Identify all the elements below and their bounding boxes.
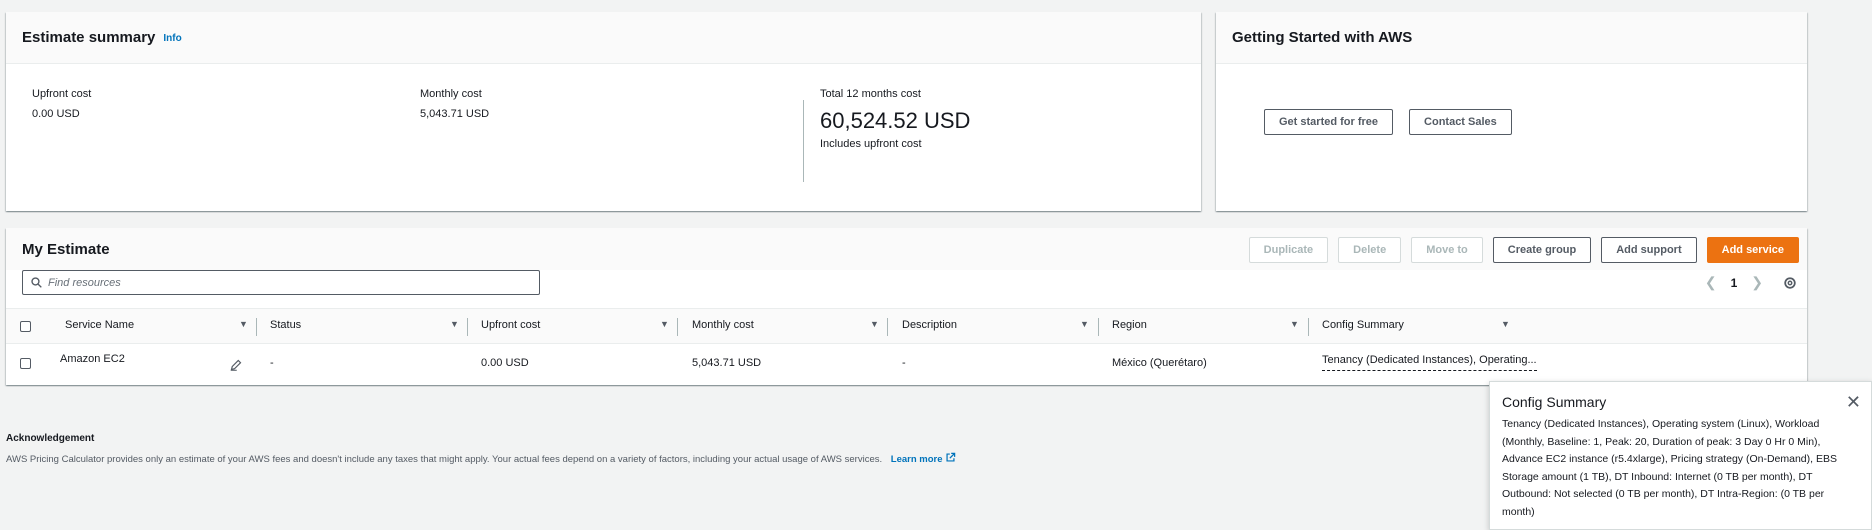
acknowledgement: Acknowledgement AWS Pricing Calculator p… — [6, 433, 1086, 465]
sort-down-icon[interactable]: ▼ — [660, 319, 669, 329]
get-started-free-button[interactable]: Get started for free — [1264, 109, 1394, 135]
total-cost-label: Total 12 months cost — [820, 88, 921, 100]
column-header-description[interactable]: Description — [902, 319, 957, 331]
column-header-region[interactable]: Region — [1112, 319, 1147, 331]
config-summary-popover: Config Summary ✕ Tenancy (Dedicated Inst… — [1489, 381, 1872, 530]
contact-sales-button[interactable]: Contact Sales — [1409, 109, 1512, 135]
column-header-monthly-cost[interactable]: Monthly cost — [692, 319, 754, 331]
close-icon[interactable]: ✕ — [1846, 392, 1861, 413]
column-divider[interactable] — [887, 318, 888, 336]
cell-upfront-cost: 0.00 USD — [481, 357, 529, 369]
sort-down-icon[interactable]: ▼ — [1080, 319, 1089, 329]
column-header-service-name[interactable]: Service Name — [65, 319, 134, 331]
select-all-checkbox[interactable] — [20, 321, 31, 332]
estimate-summary-panel: Estimate summary Info Upfront cost 0.00 … — [6, 12, 1201, 211]
total-cost-subtext: Includes upfront cost — [820, 138, 922, 150]
pagination: ❮ 1 ❯ — [1705, 274, 1797, 291]
add-service-button[interactable]: Add service — [1706, 237, 1799, 263]
learn-more-link[interactable]: Learn more — [891, 454, 943, 465]
column-divider[interactable] — [1098, 318, 1099, 336]
table-row[interactable]: Amazon EC2 - 0.00 USD 5,043.71 USD - Méx… — [6, 344, 1807, 385]
info-link[interactable]: Info — [163, 33, 181, 44]
prev-page-icon[interactable]: ❮ — [1705, 274, 1717, 291]
getting-started-title: Getting Started with AWS — [1232, 29, 1413, 46]
popover-body: Tenancy (Dedicated Instances), Operating… — [1502, 418, 1837, 518]
monthly-cost-label: Monthly cost — [420, 88, 482, 100]
sort-down-icon[interactable]: ▼ — [239, 319, 248, 329]
my-estimate-panel: My Estimate Duplicate Delete Move to Cre… — [6, 228, 1807, 385]
delete-button[interactable]: Delete — [1338, 237, 1402, 263]
duplicate-button[interactable]: Duplicate — [1248, 237, 1329, 263]
search-icon — [31, 277, 42, 288]
gear-icon[interactable] — [1783, 276, 1797, 290]
acknowledgement-text: AWS Pricing Calculator provides only an … — [6, 454, 883, 465]
acknowledgement-title: Acknowledgement — [6, 433, 95, 444]
search-placeholder: Find resources — [48, 276, 121, 289]
popover-title: Config Summary — [1502, 394, 1607, 410]
getting-started-header: Getting Started with AWS — [1216, 12, 1807, 64]
column-divider[interactable] — [256, 318, 257, 336]
move-to-button[interactable]: Move to — [1411, 237, 1483, 263]
current-page[interactable]: 1 — [1731, 276, 1738, 290]
monthly-cost-value: 5,043.71 USD — [420, 108, 490, 120]
column-divider[interactable] — [1308, 318, 1309, 336]
sort-down-icon[interactable]: ▼ — [450, 319, 459, 329]
upfront-cost-metric: Upfront cost 0.00 USD — [32, 88, 91, 120]
external-link-icon[interactable] — [945, 452, 956, 463]
summary-divider — [803, 100, 804, 182]
estimate-toolbar: Duplicate Delete Move to Create group Ad… — [1248, 237, 1799, 263]
create-group-button[interactable]: Create group — [1492, 237, 1592, 263]
cell-monthly-cost: 5,043.71 USD — [692, 357, 762, 369]
cell-status: - — [270, 357, 274, 369]
cell-config-summary[interactable]: Tenancy (Dedicated Instances), Operating… — [1322, 354, 1537, 371]
row-checkbox[interactable] — [20, 358, 31, 369]
column-divider[interactable] — [677, 318, 678, 336]
column-header-upfront-cost[interactable]: Upfront cost — [481, 319, 540, 331]
cell-description: - — [902, 357, 906, 369]
total-cost-metric: Total 12 months cost 60,524.52 USD Inclu… — [820, 88, 970, 150]
pencil-icon[interactable] — [230, 359, 242, 371]
getting-started-panel: Getting Started with AWS Get started for… — [1216, 12, 1807, 211]
table-header: Service Name ▼ Status ▼ Upfront cost ▼ M… — [6, 308, 1807, 344]
sort-down-icon[interactable]: ▼ — [870, 319, 879, 329]
my-estimate-title: My Estimate — [22, 240, 110, 258]
column-header-config-summary[interactable]: Config Summary — [1322, 319, 1404, 331]
add-support-button[interactable]: Add support — [1601, 237, 1697, 263]
search-input[interactable]: Find resources — [22, 270, 540, 295]
total-cost-value: 60,524.52 USD — [820, 108, 971, 133]
acknowledgement-text-block: AWS Pricing Calculator provides only an … — [6, 452, 1086, 465]
estimate-summary-title: Estimate summary — [22, 29, 156, 46]
cell-service-name: Amazon EC2 — [60, 353, 125, 365]
sort-down-icon[interactable]: ▼ — [1501, 319, 1510, 329]
sort-down-icon[interactable]: ▼ — [1290, 319, 1299, 329]
next-page-icon[interactable]: ❯ — [1751, 274, 1763, 291]
getting-started-actions: Get started for free Contact Sales — [1264, 109, 1512, 135]
cell-region: México (Querétaro) — [1112, 357, 1207, 369]
upfront-cost-label: Upfront cost — [32, 88, 92, 100]
upfront-cost-value: 0.00 USD — [32, 108, 80, 120]
estimate-summary-header: Estimate summary Info — [6, 12, 1201, 64]
column-header-status[interactable]: Status — [270, 319, 301, 331]
monthly-cost-metric: Monthly cost 5,043.71 USD — [420, 88, 489, 120]
column-divider[interactable] — [467, 318, 468, 336]
